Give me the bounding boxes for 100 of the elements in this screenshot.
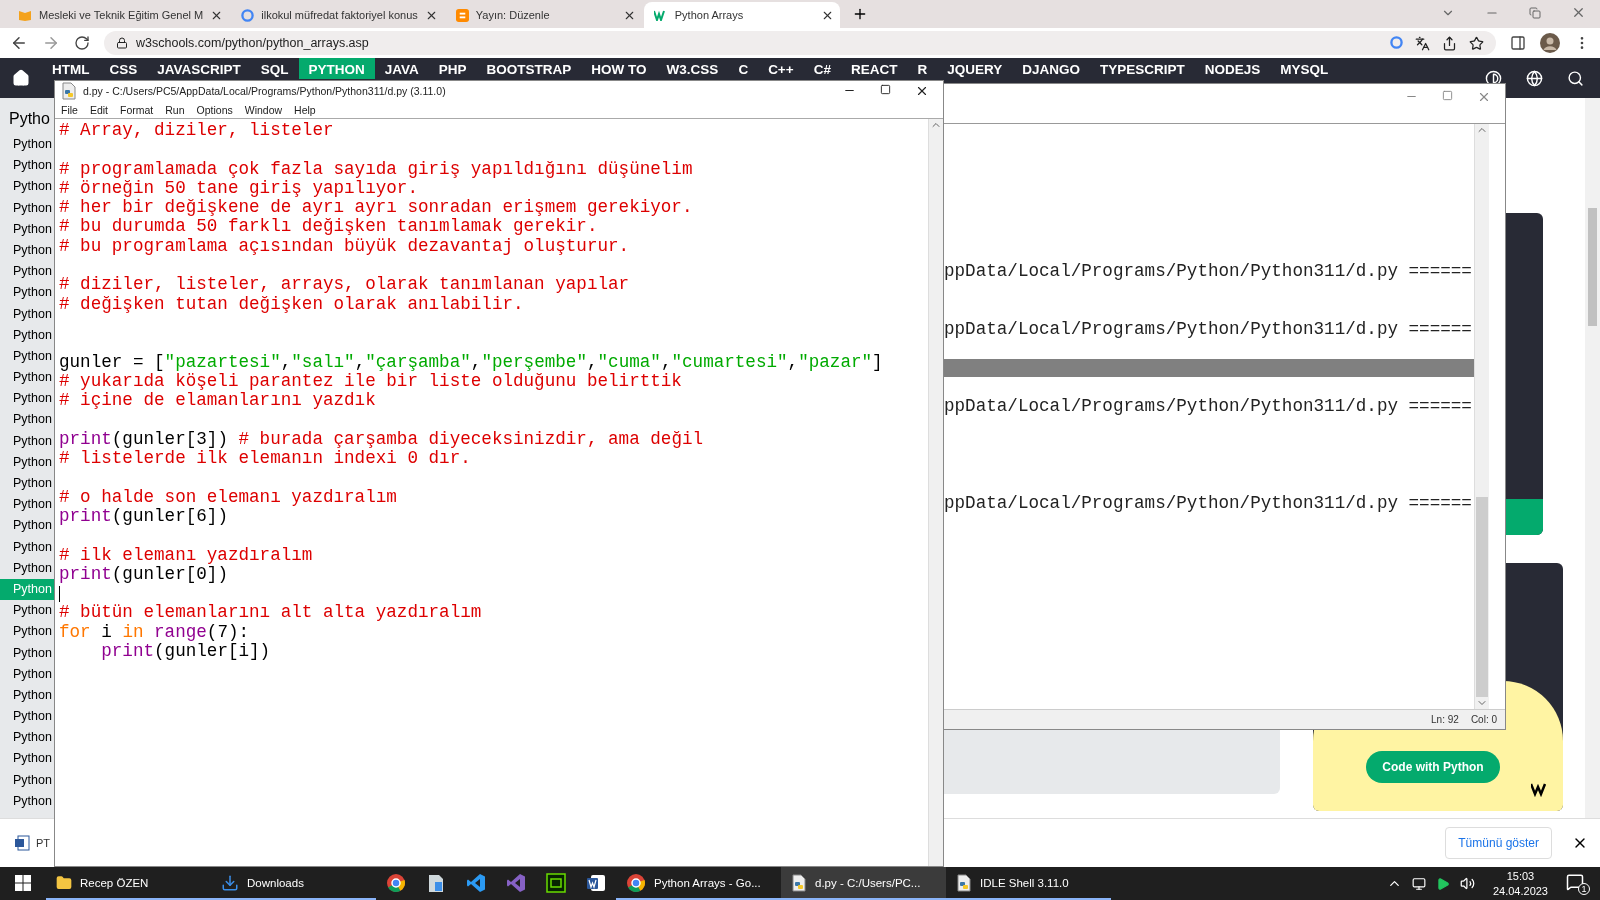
sidebar-link[interactable]: Python (0, 134, 54, 156)
nav-link[interactable]: NODEJS (1194, 58, 1271, 79)
browser-tab[interactable]: Python Arrays (643, 2, 840, 28)
nav-link[interactable]: C++ (758, 58, 804, 79)
sidebar-link[interactable]: Python (0, 261, 54, 283)
sidebar-link[interactable]: Python (0, 536, 54, 558)
sidebar-link[interactable]: Python (0, 197, 54, 219)
scrollbar[interactable] (928, 119, 943, 866)
menu-item[interactable]: Help (294, 103, 316, 116)
nav-link[interactable]: REACT (840, 58, 908, 79)
sidebar-link[interactable]: Python (0, 176, 54, 198)
clock[interactable]: 15:03 24.04.2023 (1492, 868, 1548, 899)
sidebar-link[interactable]: Python (0, 324, 54, 346)
scrollbar[interactable] (1585, 98, 1600, 818)
nav-link[interactable]: TYPESCRIPT (1089, 58, 1195, 79)
download-file-name[interactable]: PT (36, 837, 51, 849)
nav-link[interactable]: DJANGO (1012, 58, 1090, 79)
taskbar-button[interactable]: IDLE Shell 3.11.0 (946, 867, 1111, 900)
nav-link[interactable]: W3.CSS (656, 58, 729, 79)
menu-item[interactable]: Options (196, 103, 233, 116)
shell-output-line: ppData/Local/Programs/Python/Python311/d.py ====== (944, 397, 1473, 417)
sidebar-link[interactable]: Python (0, 451, 54, 473)
sidebar-link[interactable]: Python (0, 684, 54, 707)
shell-output-line: ppData/Local/Programs/Python/Python311/d.py ====== (944, 493, 1473, 513)
menu-item[interactable]: Run (165, 103, 185, 116)
code-line: # her bir değişkene de ayrı ayrı sonradan erişmem gerekiyor. (59, 198, 694, 218)
sidebar-link[interactable]: Python (0, 282, 54, 304)
avatar[interactable] (1540, 33, 1560, 53)
sidebar-link[interactable]: Python (0, 218, 54, 240)
sidebar-link[interactable]: Python (0, 557, 54, 579)
share-icon[interactable] (1442, 35, 1457, 51)
side-panel-icon[interactable] (1510, 35, 1526, 51)
show-all-button[interactable]: Tümünü göster (1445, 827, 1552, 859)
nav-link[interactable]: BOOTSTRAP (476, 58, 582, 79)
nav-link[interactable]: JQUERY (937, 58, 1013, 79)
sidebar-link[interactable]: Python (0, 706, 54, 728)
volume-icon[interactable] (1459, 876, 1475, 891)
sidebar-link[interactable]: Python (0, 155, 54, 177)
menu-item[interactable]: Window (244, 103, 283, 116)
nav-link[interactable]: HOW TO (581, 58, 657, 79)
nav-link[interactable]: C (728, 58, 759, 79)
sidebar-link[interactable]: Python (0, 769, 54, 791)
chrome-icon (386, 872, 406, 893)
sidebar-link[interactable]: Python (0, 239, 54, 262)
sidebar-link[interactable]: Python (0, 430, 54, 452)
globe-icon[interactable] (1526, 70, 1543, 87)
sidebar-link[interactable]: Python (0, 642, 54, 664)
restore-icon[interactable] (1529, 6, 1541, 19)
code-line: # diziler, listeler, arrays, olarak tanımlanan yapılar (59, 275, 631, 295)
w3-icon (653, 9, 668, 21)
forward-icon[interactable] (42, 34, 60, 52)
search-icon[interactable] (1567, 70, 1584, 87)
windows-start-icon[interactable] (15, 874, 31, 891)
sidebar-link[interactable]: Python (0, 515, 54, 537)
download-icon (221, 873, 239, 892)
status-text: Ln: 92 (1431, 714, 1459, 725)
menu-item[interactable]: Format (120, 103, 154, 116)
play-icon[interactable] (1435, 876, 1450, 891)
nav-link[interactable]: HTML (42, 58, 100, 79)
address-bar[interactable]: w3schools.com/python/python_arrays.asp (104, 31, 1496, 55)
taskbar-button[interactable]: d.py - C:/Users/PC... (781, 867, 946, 900)
nav-link[interactable]: JAVA (374, 58, 429, 79)
document-icon (427, 872, 445, 893)
code-line: print(gunler[0]) (59, 564, 228, 585)
nav-link[interactable]: SQL (250, 58, 299, 79)
monitor-icon[interactable] (1411, 876, 1426, 891)
sidebar-link[interactable]: Python (0, 600, 54, 622)
sidebar-link[interactable]: Python (0, 494, 54, 516)
translate-icon[interactable] (1415, 35, 1430, 51)
nav-link[interactable]: MYSQL (1270, 58, 1339, 79)
nav-link[interactable]: C# (803, 58, 841, 79)
sidebar-link[interactable]: Python (0, 473, 54, 495)
sidebar-link[interactable]: Python (0, 748, 54, 770)
sidebar-link[interactable]: Python (0, 367, 54, 389)
sidebar-link[interactable]: Python (0, 621, 54, 643)
sidebar-link[interactable]: Python (0, 303, 54, 325)
browser-tab[interactable]: Mesleki ve Teknik Eğitim Genel M (8, 2, 230, 28)
sidebar-link[interactable]: Python (0, 663, 54, 685)
reload-icon[interactable] (74, 35, 90, 51)
nav-link[interactable]: PHP (428, 58, 477, 79)
browser-tab[interactable]: ilkokul müfredat faktoriyel konus (231, 2, 444, 28)
sidebar-link[interactable]: Python (0, 727, 54, 749)
sidebar-link[interactable]: Python (0, 388, 54, 410)
close-icon[interactable] (915, 84, 929, 98)
nav-link[interactable]: JAVASCRIPT (147, 58, 251, 79)
home-icon[interactable] (12, 69, 30, 87)
maximize-icon[interactable] (880, 84, 891, 95)
nav-link[interactable]: CSS (99, 58, 148, 79)
code-line: print(gunler[6]) (59, 506, 229, 527)
browser-tab[interactable]: Yayın: Düzenle (445, 2, 642, 28)
menu-item[interactable]: File (61, 103, 78, 116)
sidebar-link[interactable]: Python (0, 345, 54, 368)
menu-item[interactable]: Edit (89, 103, 108, 116)
sidebar-link[interactable]: Python (0, 409, 54, 431)
python-file-icon (956, 873, 972, 892)
nav-link[interactable]: R (907, 58, 938, 79)
bookmark-star-icon[interactable] (1469, 35, 1484, 51)
sidebar-link[interactable]: Python (0, 790, 54, 812)
code-line: # bu programlama açısından büyük dezavantaj oluşturur. (59, 236, 631, 257)
back-icon[interactable] (10, 34, 28, 52)
